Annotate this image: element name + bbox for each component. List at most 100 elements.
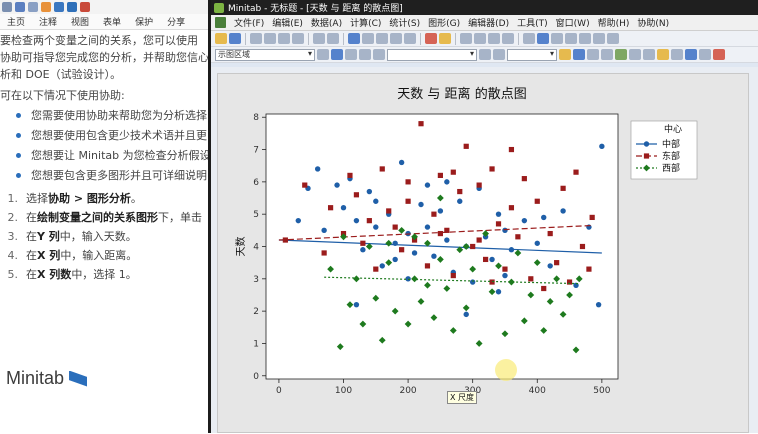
save-icon[interactable] — [15, 2, 25, 12]
data-point-0 — [502, 227, 508, 234]
session-window-icon[interactable] — [587, 49, 599, 60]
select-arrow-icon[interactable] — [317, 49, 329, 60]
polygon-tool-icon[interactable] — [593, 33, 605, 44]
x-tick-label: 100 — [335, 386, 352, 396]
step-keyword: 绘制变量之间的关系图形 — [37, 211, 158, 224]
zoom-icon[interactable] — [502, 33, 514, 44]
remove-icon[interactable] — [359, 49, 371, 60]
menu-item[interactable]: 编辑器(D) — [464, 16, 513, 29]
scatterplot-graph[interactable]: 天数 与 距离 的散点图0100200300400500012345678天数中… — [217, 73, 749, 433]
id-icon[interactable] — [493, 49, 505, 60]
x-tick-label: 400 — [529, 386, 546, 396]
moon-icon[interactable] — [67, 2, 77, 12]
graph-tools-icon[interactable] — [474, 33, 486, 44]
related-docs-icon[interactable] — [657, 49, 669, 60]
help-icon[interactable] — [439, 33, 451, 44]
stop-icon[interactable] — [425, 33, 437, 44]
ribbon-tab[interactable]: 主页 — [0, 15, 32, 28]
print-icon[interactable] — [2, 2, 12, 12]
y-axis-label: 天数 — [234, 237, 247, 257]
save-icon[interactable] — [229, 33, 241, 44]
help-pane: 主页 注释 视图 表单 保护 分享 要检查两个变量之间的关系，您可以使用 协助可指导您完成您… — [0, 0, 208, 433]
font-combo[interactable] — [507, 48, 557, 61]
data-point-0 — [392, 256, 398, 263]
email-icon[interactable] — [28, 2, 38, 12]
print-icon[interactable] — [250, 33, 262, 44]
graph-folder-icon[interactable] — [629, 49, 641, 60]
ribbon-tab[interactable]: 视图 — [64, 15, 96, 28]
data-point-1 — [360, 240, 366, 246]
step-number: 2. — [7, 211, 19, 224]
tile-icon[interactable] — [699, 49, 711, 60]
data-point-0 — [469, 279, 476, 285]
graph-edit-icon[interactable] — [488, 33, 500, 44]
brush-icon[interactable] — [460, 33, 472, 44]
data-point-1 — [353, 192, 360, 198]
data-point-1 — [482, 256, 489, 263]
info-icon[interactable] — [601, 49, 613, 60]
ribbon-tab[interactable]: 表单 — [96, 15, 128, 28]
menu-item[interactable]: 计算(C) — [346, 16, 385, 29]
step-number: 5. — [7, 268, 19, 281]
cut-icon[interactable] — [264, 33, 276, 44]
close-all-icon[interactable] — [713, 49, 725, 60]
data-point-0 — [502, 272, 508, 279]
help-ribbon: 主页 注释 视图 表单 保护 分享 — [0, 14, 208, 30]
redo-icon[interactable] — [327, 33, 339, 44]
menu-item[interactable]: 窗口(W) — [552, 16, 594, 29]
ellipse-tool-icon[interactable] — [565, 33, 577, 44]
menu-item[interactable]: 工具(T) — [513, 16, 552, 29]
region-combo[interactable]: 示图区域 — [215, 48, 315, 61]
reader-logo-icon[interactable] — [41, 2, 51, 12]
design-icon[interactable] — [671, 49, 683, 60]
edit-icon[interactable] — [331, 49, 343, 60]
row-down-icon[interactable] — [376, 33, 388, 44]
graph-element-combo[interactable] — [387, 48, 477, 61]
menu-item[interactable]: 文件(F) — [230, 16, 268, 29]
menu-item[interactable]: 帮助(H) — [594, 16, 634, 29]
data-point-1 — [457, 188, 463, 195]
tool-icon[interactable] — [80, 2, 90, 12]
refresh-icon[interactable] — [54, 2, 64, 12]
report-pad-icon[interactable] — [643, 49, 655, 60]
menu-item[interactable]: 编辑(E) — [268, 16, 307, 29]
add-icon[interactable] — [345, 49, 357, 60]
copy-icon[interactable] — [278, 33, 290, 44]
data-point-1 — [379, 166, 385, 172]
step-number: 4. — [7, 249, 19, 262]
data-point-1 — [589, 214, 595, 221]
filter-icon[interactable] — [373, 49, 385, 60]
line-tool-icon[interactable] — [579, 33, 591, 44]
graph-document-icon[interactable] — [215, 17, 226, 28]
ribbon-tab[interactable]: 保护 — [128, 15, 160, 28]
ribbon-tab[interactable]: 注释 — [32, 15, 64, 28]
find-icon[interactable] — [390, 33, 402, 44]
undo-icon[interactable] — [313, 33, 325, 44]
brush-config-icon[interactable] — [479, 49, 491, 60]
windows-icon[interactable] — [685, 49, 697, 60]
history-icon[interactable] — [615, 49, 627, 60]
rectangle-tool-icon[interactable] — [551, 33, 563, 44]
pencil-icon[interactable] — [523, 33, 535, 44]
menu-item[interactable]: 图形(G) — [424, 16, 464, 29]
replace-icon[interactable] — [404, 33, 416, 44]
project-manager-icon[interactable] — [573, 49, 585, 60]
marker-tool-icon[interactable] — [607, 33, 619, 44]
row-up-icon[interactable] — [362, 33, 374, 44]
paste-icon[interactable] — [292, 33, 304, 44]
open-icon[interactable] — [215, 33, 227, 44]
step-keyword: X 列 — [37, 249, 61, 262]
menu-item[interactable]: 统计(S) — [385, 16, 424, 29]
menu-item[interactable]: 协助(N) — [633, 16, 673, 29]
ribbon-tab[interactable]: 分享 — [160, 15, 192, 28]
data-point-0 — [444, 237, 450, 243]
menu-item[interactable]: 数据(A) — [307, 16, 346, 29]
data-point-1 — [534, 198, 540, 204]
layout-icon[interactable] — [559, 49, 571, 60]
session-icon[interactable] — [348, 33, 360, 44]
x-scale-tooltip: X 尺度 — [447, 391, 478, 404]
step-text: 选择协助 > 图形分析。 — [26, 190, 142, 207]
data-point-0 — [353, 301, 360, 308]
text-tool-icon[interactable] — [537, 33, 549, 44]
data-point-0 — [495, 211, 502, 217]
